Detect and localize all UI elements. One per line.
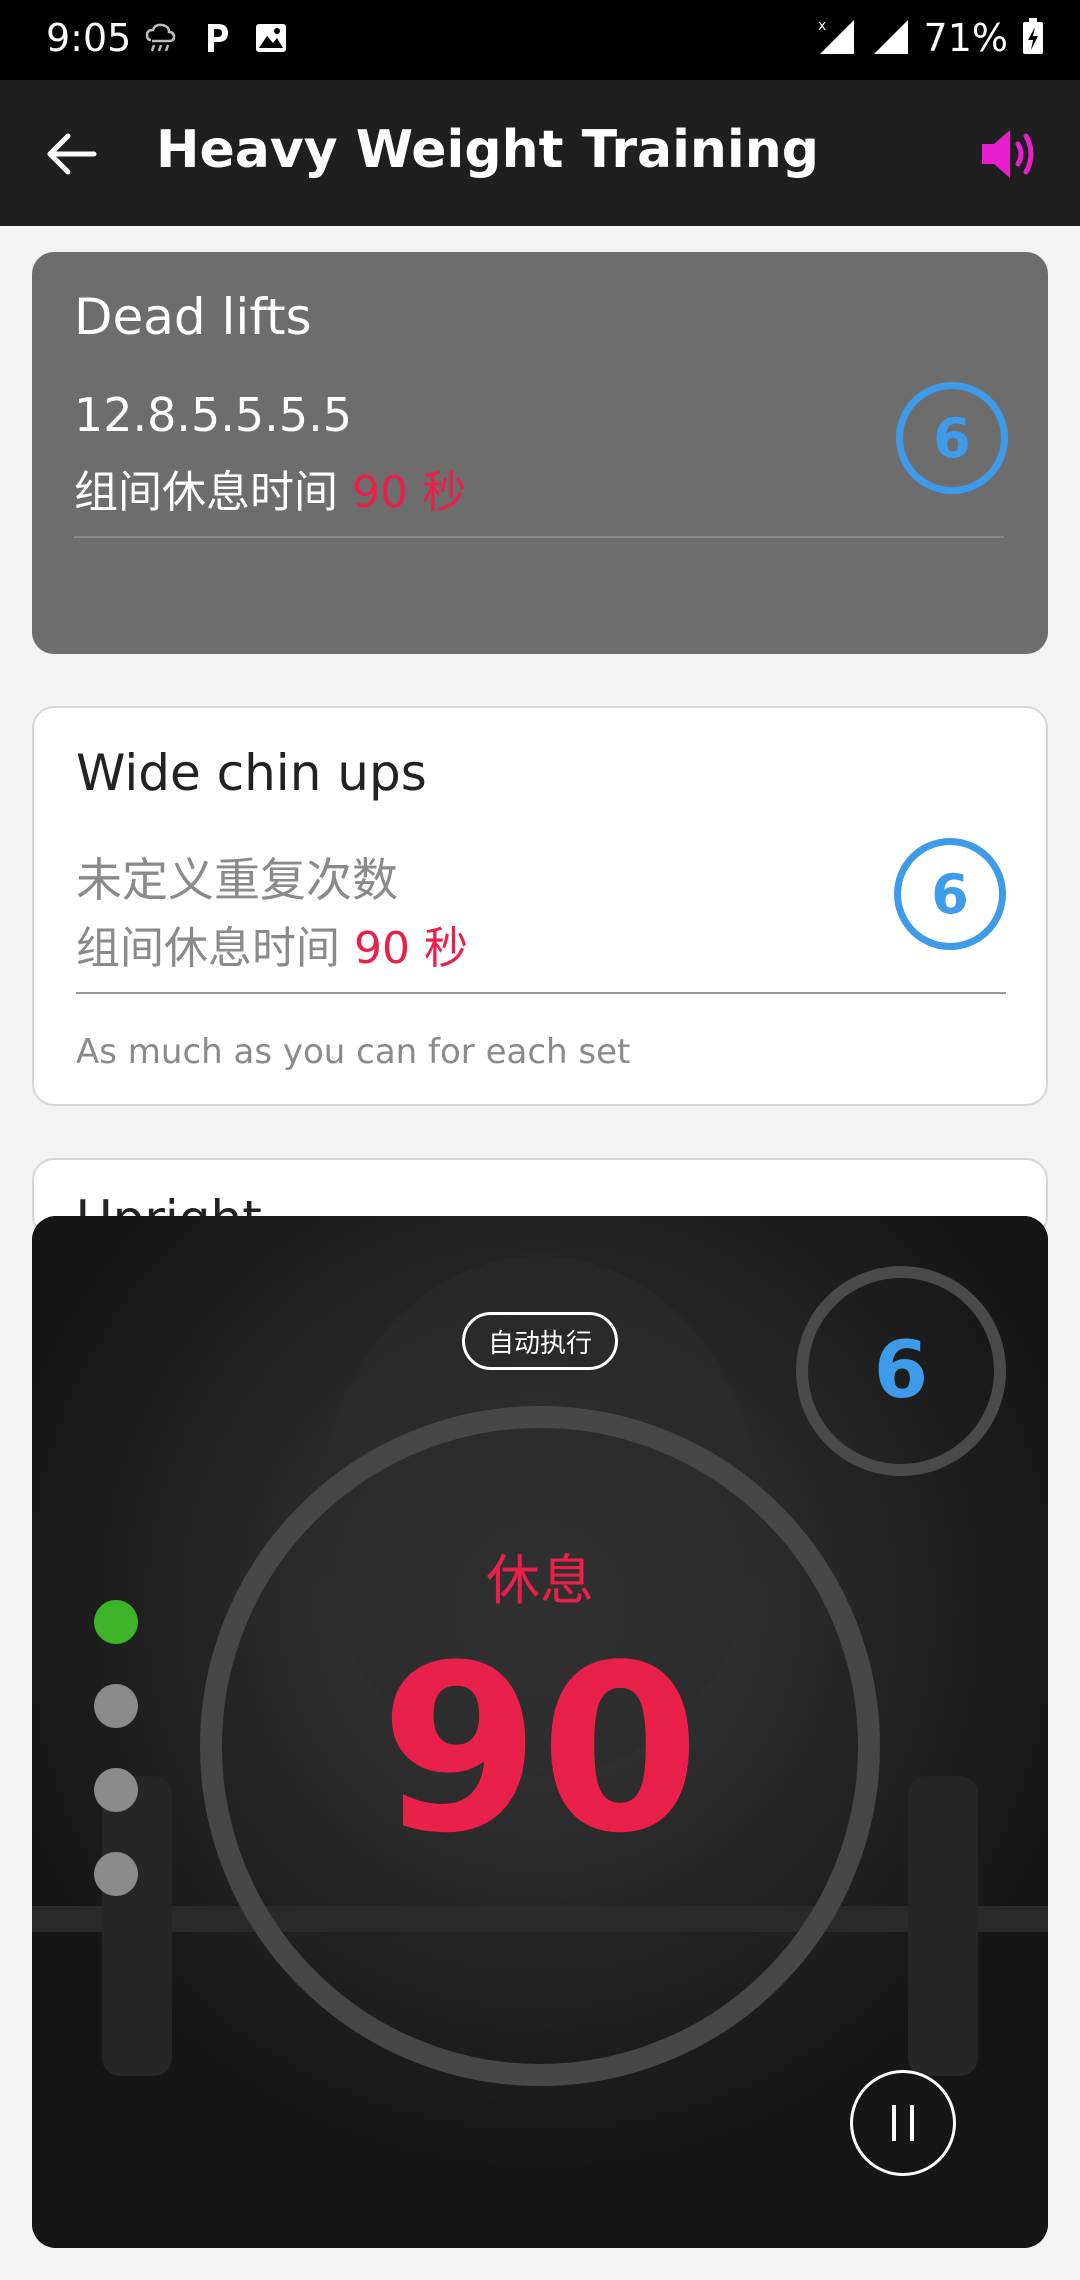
- progress-dot-4: [94, 1852, 138, 1896]
- progress-dot-2: [94, 1684, 138, 1728]
- exercise-reps: 12.8.5.5.5.5: [74, 388, 352, 442]
- card-divider: [74, 536, 1004, 538]
- sound-toggle-button[interactable]: [976, 124, 1040, 184]
- svg-text:x: x: [818, 18, 826, 34]
- exercise-note: As much as you can for each set: [76, 1032, 631, 1072]
- pause-icon: [892, 2105, 914, 2141]
- rest-time-label: 组间休息时间: [74, 467, 338, 518]
- countdown-timer: 90: [379, 1617, 701, 1884]
- pause-button[interactable]: [850, 2070, 956, 2176]
- exercise-card-dead-lifts[interactable]: Dead lifts 12.8.5.5.5.5 组间休息时间 90 秒 6: [32, 252, 1048, 654]
- cloud-rain-icon: [142, 20, 178, 60]
- exercise-rest-time: 组间休息时间 90 秒: [76, 912, 468, 976]
- set-count-badge: 6: [894, 838, 1006, 950]
- auto-run-button[interactable]: 自动执行: [462, 1312, 618, 1370]
- page-title: Heavy Weight Training: [156, 120, 819, 180]
- status-bar: 9:05 x 71%: [0, 0, 1080, 80]
- exercise-title: Wide chin ups: [76, 744, 427, 802]
- set-count-ring: 6: [796, 1266, 1006, 1476]
- exercise-card-wide-chin-ups[interactable]: Wide chin ups 未定义重复次数 组间休息时间 90 秒 6 As m…: [32, 706, 1048, 1106]
- progress-dot-1: [94, 1600, 138, 1644]
- exercise-rest-time: 组间休息时间 90 秒: [74, 456, 466, 520]
- speaker-icon: [982, 130, 1034, 178]
- rest-timer-overlay: 自动执行 6 休息 90: [32, 1216, 1048, 2248]
- status-left-icons: [142, 20, 288, 60]
- progress-dot-3: [94, 1768, 138, 1812]
- app-bar: Heavy Weight Training: [0, 80, 1080, 226]
- card-divider: [76, 992, 1006, 994]
- signal-no-data-icon: x: [816, 16, 856, 60]
- back-button[interactable]: [40, 122, 104, 186]
- rest-time-label: 组间休息时间: [76, 923, 340, 974]
- battery-percent: 71%: [923, 16, 1008, 60]
- signal-icon: [870, 16, 910, 60]
- rest-time-value: 90 秒: [354, 923, 468, 974]
- set-progress-dots: [94, 1600, 138, 1896]
- image-icon: [254, 22, 288, 58]
- rest-time-value: 90 秒: [352, 467, 466, 518]
- exercise-title: Dead lifts: [74, 288, 312, 346]
- status-right-icons: x 71%: [816, 16, 1044, 60]
- rest-status-label: 休息: [486, 1549, 594, 1612]
- parking-icon: [200, 20, 232, 60]
- status-time: 9:05: [46, 16, 132, 60]
- battery-charging-icon: [1022, 17, 1044, 59]
- set-count-badge: 6: [896, 382, 1008, 494]
- exercise-reps: 未定义重复次数: [76, 853, 398, 907]
- arrow-left-icon: [47, 133, 97, 175]
